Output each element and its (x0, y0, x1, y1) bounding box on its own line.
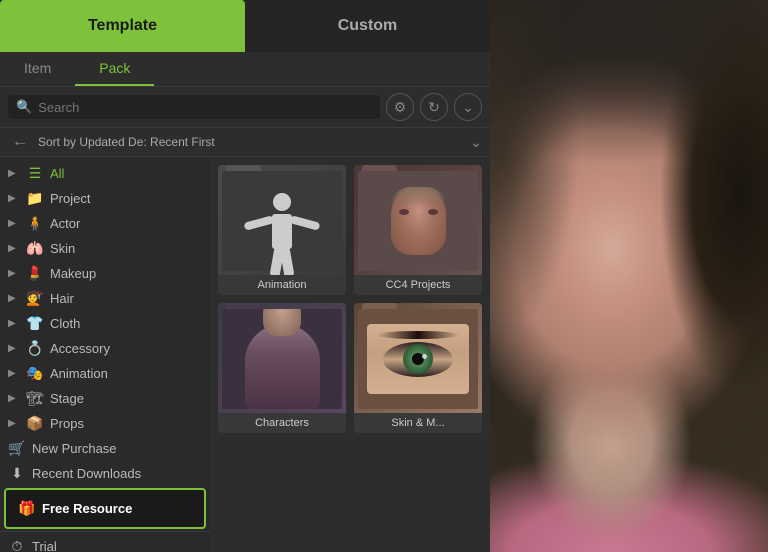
sidebar-item-recent-downloads[interactable]: ⬇ Recent Downloads (0, 461, 210, 486)
arrow-icon: ▶ (8, 343, 20, 354)
actor-icon: 🧍 (26, 215, 44, 232)
subtab-pack[interactable]: Pack (75, 52, 154, 86)
sidebar-tree: ▶ ☰ All ▶ 📁 Project ▶ 🧍 Actor ▶ 🫁 Skin (0, 157, 210, 552)
grid-item-label: Animation (218, 275, 346, 295)
grid-area: Animation CC4 Projec (210, 157, 490, 552)
main-panel: Template Custom Item Pack 🔍 ⚙ ↻ ⌄ ← Sort… (0, 0, 490, 552)
sidebar-item-label: Animation (50, 366, 108, 381)
grid-item-label: Characters (218, 413, 346, 433)
hair-icon: 💇 (26, 290, 44, 307)
tab-template[interactable]: Template (0, 0, 245, 52)
sidebar-item-trial[interactable]: ⏱ Trial (0, 534, 210, 552)
skin-icon: 🫁 (26, 240, 44, 257)
props-icon: 📦 (26, 415, 44, 432)
arrow-icon: ▶ (8, 243, 20, 254)
sidebar-item-all[interactable]: ▶ ☰ All (0, 161, 210, 186)
sidebar-item-project[interactable]: ▶ 📁 Project (0, 186, 210, 211)
sidebar-item-label: Free Resource (42, 501, 132, 516)
sidebar-item-label: All (50, 166, 64, 181)
purchase-icon: 🛒 (8, 440, 26, 457)
grid-item-animation[interactable]: Animation (218, 165, 346, 295)
content-area: ▶ ☰ All ▶ 📁 Project ▶ 🧍 Actor ▶ 🫁 Skin (0, 157, 490, 552)
sidebar-item-animation[interactable]: ▶ 🎭 Animation (0, 361, 210, 386)
arrow-icon: ▶ (8, 368, 20, 379)
arrow-icon: ▶ (8, 218, 20, 229)
grid-item-characters[interactable]: Characters (218, 303, 346, 433)
sidebar-item-cloth[interactable]: ▶ 👕 Cloth (0, 311, 210, 336)
sidebar-item-label: Cloth (50, 316, 80, 331)
sidebar-item-label: Hair (50, 291, 74, 306)
sidebar-item-label: Skin (50, 241, 75, 256)
grid-item-cc4-projects[interactable]: CC4 Projects (354, 165, 482, 295)
tab-bar: Template Custom (0, 0, 490, 52)
folder-icon: 📁 (26, 190, 44, 207)
sidebar-item-label: Project (50, 191, 90, 206)
subtab-item[interactable]: Item (0, 52, 75, 86)
sidebar-item-label: Makeup (50, 266, 96, 281)
trial-icon: ⏱ (8, 538, 26, 552)
expand-icon[interactable]: ⌄ (454, 93, 482, 121)
search-input[interactable] (38, 100, 372, 115)
arrow-icon: ▶ (8, 268, 20, 279)
animation-icon: 🎭 (26, 365, 44, 382)
arrow-icon: ▶ (8, 418, 20, 429)
all-icon: ☰ (26, 165, 44, 182)
gift-icon: 🎁 (18, 500, 36, 517)
sidebar-item-accessory[interactable]: ▶ 💍 Accessory (0, 336, 210, 361)
arrow-icon: ▶ (8, 193, 20, 204)
sort-label: Sort by Updated De: Recent First (38, 135, 464, 149)
thumb-characters (218, 303, 346, 413)
sidebar-item-new-purchase[interactable]: 🛒 New Purchase (0, 436, 210, 461)
grid-item-label: Skin & M... (354, 413, 482, 433)
sidebar-item-actor[interactable]: ▶ 🧍 Actor (0, 211, 210, 236)
cloth-icon: 👕 (26, 315, 44, 332)
sort-dropdown[interactable]: ⌄ (470, 134, 482, 151)
thumb-cc4 (354, 165, 482, 275)
sidebar-item-stage[interactable]: ▶ 🏗 Stage (0, 386, 210, 411)
refresh-icon[interactable]: ↻ (420, 93, 448, 121)
sidebar-item-label: New Purchase (32, 441, 117, 456)
sidebar-item-skin[interactable]: ▶ 🫁 Skin (0, 236, 210, 261)
arrow-icon: ▶ (8, 393, 20, 404)
arrow-icon: ▶ (8, 318, 20, 329)
search-bar: 🔍 ⚙ ↻ ⌄ (0, 87, 490, 128)
back-button[interactable]: ← (8, 133, 32, 151)
search-wrapper[interactable]: 🔍 (8, 95, 380, 119)
divider (0, 531, 210, 532)
arrow-icon: ▶ (8, 168, 20, 179)
sort-bar: ← Sort by Updated De: Recent First ⌄ (0, 128, 490, 157)
download-icon: ⬇ (8, 465, 26, 482)
tab-custom[interactable]: Custom (245, 0, 490, 52)
sidebar-item-makeup[interactable]: ▶ 💄 Makeup (0, 261, 210, 286)
grid-item-label: CC4 Projects (354, 275, 482, 295)
arrow-icon: ▶ (8, 293, 20, 304)
subtab-bar: Item Pack (0, 52, 490, 87)
sidebar-item-label: Props (50, 416, 84, 431)
sidebar-item-label: Trial (32, 539, 57, 552)
sidebar-item-label: Recent Downloads (32, 466, 141, 481)
grid-item-skin-makeup[interactable]: Skin & M... (354, 303, 482, 433)
thumb-animation (218, 165, 346, 275)
accessory-icon: 💍 (26, 340, 44, 357)
sidebar-item-label: Actor (50, 216, 80, 231)
sidebar-item-free-resource[interactable]: 🎁 Free Resource (4, 488, 206, 529)
sidebar-item-hair[interactable]: ▶ 💇 Hair (0, 286, 210, 311)
stage-icon: 🏗 (26, 390, 44, 407)
sidebar-item-label: Stage (50, 391, 84, 406)
thumb-skin (354, 303, 482, 413)
content-grid: Animation CC4 Projec (218, 165, 482, 433)
sidebar-item-props[interactable]: ▶ 📦 Props (0, 411, 210, 436)
search-icon: 🔍 (16, 99, 32, 115)
filter-icon[interactable]: ⚙ (386, 93, 414, 121)
makeup-icon: 💄 (26, 265, 44, 282)
sidebar-item-label: Accessory (50, 341, 110, 356)
